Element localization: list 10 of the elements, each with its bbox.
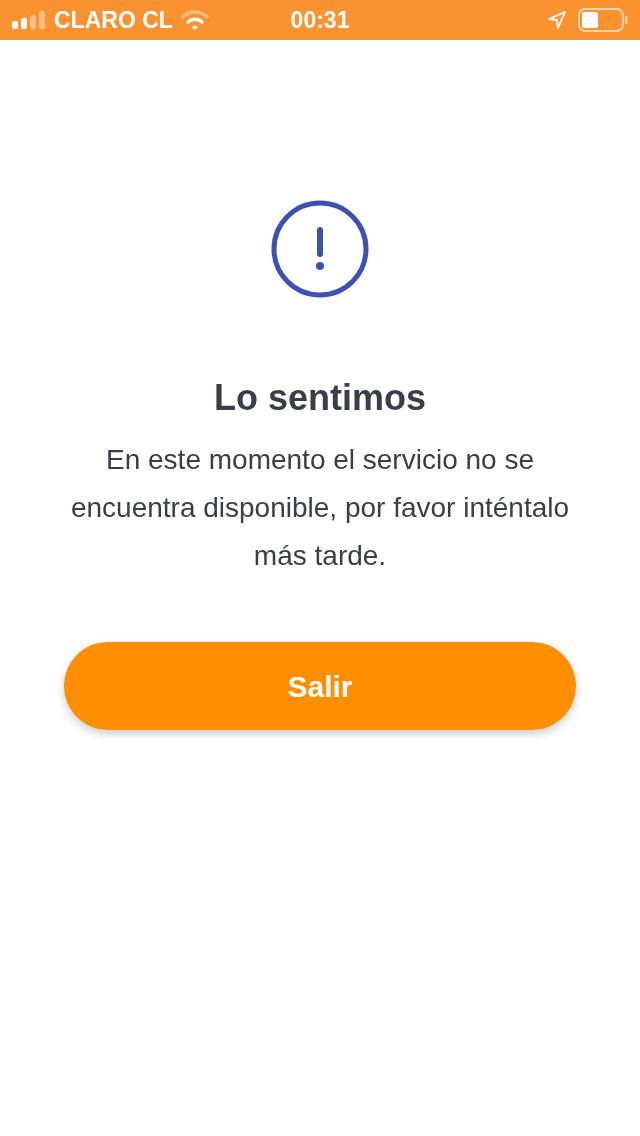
clock: 00:31 [290,8,350,32]
wifi-icon [180,10,209,30]
error-title: Lo sentimos [214,380,426,416]
exit-button[interactable]: Salir [64,642,576,730]
warning-icon [271,200,369,298]
battery-icon [578,8,628,32]
carrier-name: CLARO CL [54,8,173,32]
error-message: En este momento el servicio no se encuentra disponible, por favor inténtalo más tarde. [70,443,570,573]
signal-icon [12,11,46,29]
location-icon [548,11,566,29]
